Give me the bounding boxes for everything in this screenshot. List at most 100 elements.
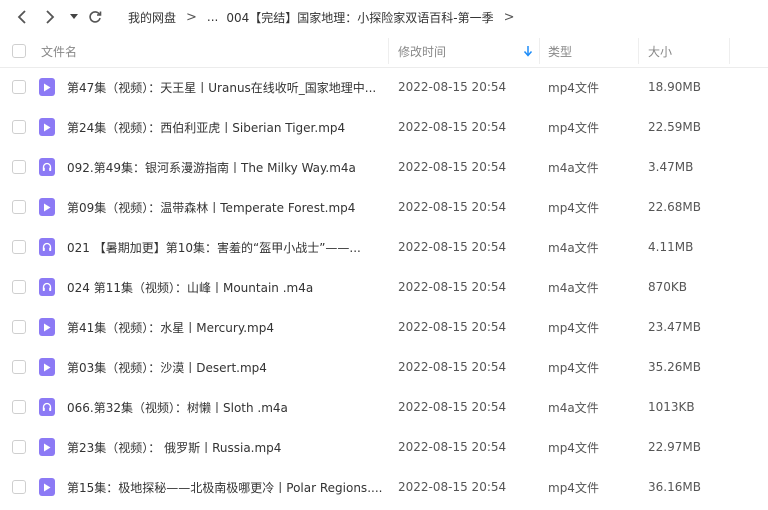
file-size: 35.26MB	[648, 360, 701, 374]
file-modified-time: 2022-08-15 20:54	[398, 440, 507, 454]
file-size: 22.59MB	[648, 120, 701, 134]
file-type: mp4文件	[548, 120, 599, 135]
video-file-icon	[39, 438, 55, 456]
chevron-left-icon	[17, 10, 26, 24]
row-checkbox[interactable]	[12, 440, 26, 454]
row-checkbox[interactable]	[12, 160, 26, 174]
breadcrumb-separator-icon: >	[186, 9, 197, 25]
file-name[interactable]: 第47集（视频）：天王星丨Uranus在线收听_国家地理中...	[67, 67, 383, 107]
file-modified-time: 2022-08-15 20:54	[398, 80, 507, 94]
file-name[interactable]: 第03集（视频）：沙漠丨Desert.mp4	[67, 347, 383, 387]
history-dropdown-button[interactable]	[64, 7, 84, 27]
file-size: 36.16MB	[648, 480, 701, 494]
file-size: 870KB	[648, 280, 688, 294]
file-type: mp4文件	[548, 360, 599, 375]
file-name[interactable]: 第41集（视频）：水星丨Mercury.mp4	[67, 307, 383, 347]
column-header-modified[interactable]: 修改时间	[398, 34, 446, 68]
file-name[interactable]: 第24集（视频）：西伯利亚虎丨Siberian Tiger.mp4	[67, 107, 383, 147]
file-modified-time: 2022-08-15 20:54	[398, 320, 507, 334]
breadcrumb-separator-icon: >	[503, 9, 515, 25]
file-name[interactable]: 066.第32集（视频）：树懒丨Sloth .m4a	[67, 387, 383, 427]
refresh-icon	[89, 11, 102, 23]
file-name[interactable]: 092.第49集：银河系漫游指南丨The Milky Way.m4a	[67, 147, 383, 187]
caret-down-icon	[70, 14, 78, 19]
file-modified-time: 2022-08-15 20:54	[398, 120, 507, 134]
column-divider[interactable]	[638, 38, 639, 64]
breadcrumb-ellipsis[interactable]: ...	[207, 10, 218, 24]
file-name[interactable]: 第23集（视频）： 俄罗斯丨Russia.mp4	[67, 427, 383, 467]
file-type: m4a文件	[548, 400, 599, 415]
file-size: 18.90MB	[648, 80, 701, 94]
column-header-size[interactable]: 大小	[648, 34, 672, 68]
breadcrumb-root[interactable]: 我的网盘	[128, 9, 176, 26]
file-modified-time: 2022-08-15 20:54	[398, 360, 507, 374]
refresh-button[interactable]	[85, 7, 105, 27]
row-checkbox[interactable]	[12, 120, 26, 134]
column-divider[interactable]	[388, 38, 389, 64]
column-divider[interactable]	[729, 38, 730, 64]
row-checkbox[interactable]	[12, 480, 26, 494]
row-checkbox[interactable]	[12, 360, 26, 374]
audio-file-icon	[39, 238, 55, 256]
row-checkbox[interactable]	[12, 400, 26, 414]
breadcrumb-current-folder[interactable]: 004【完结】国家地理：小探险家双语百科-第一季	[226, 9, 493, 26]
row-checkbox[interactable]	[12, 200, 26, 214]
file-list-header: 文件名 修改时间 类型 大小	[0, 34, 768, 68]
table-row[interactable]: 066.第32集（视频）：树懒丨Sloth .m4a 2022-08-15 20…	[0, 387, 768, 427]
file-size: 3.47MB	[648, 160, 694, 174]
file-type: mp4文件	[548, 480, 599, 495]
file-size: 4.11MB	[648, 240, 694, 254]
table-row[interactable]: 092.第49集：银河系漫游指南丨The Milky Way.m4a 2022-…	[0, 147, 768, 187]
file-type: m4a文件	[548, 280, 599, 295]
table-row[interactable]: 第47集（视频）：天王星丨Uranus在线收听_国家地理中... 2022-08…	[0, 67, 768, 107]
file-size: 23.47MB	[648, 320, 701, 334]
file-name[interactable]: 第15集：极地探秘——北极南极哪更冷丨Polar Regions....	[67, 467, 383, 507]
row-checkbox[interactable]	[12, 280, 26, 294]
file-type: mp4文件	[548, 320, 599, 335]
select-all-checkbox[interactable]	[12, 44, 26, 58]
file-size: 22.68MB	[648, 200, 701, 214]
forward-button[interactable]	[40, 7, 60, 27]
column-divider[interactable]	[539, 38, 540, 64]
file-modified-time: 2022-08-15 20:54	[398, 240, 507, 254]
file-type: mp4文件	[548, 80, 599, 95]
chevron-right-icon	[46, 10, 55, 24]
file-size: 22.97MB	[648, 440, 701, 454]
file-name[interactable]: 021 【暑期加更】第10集：害羞的“盔甲小战士”——...	[67, 227, 383, 267]
video-file-icon	[39, 478, 55, 496]
audio-file-icon	[39, 158, 55, 176]
table-row[interactable]: 021 【暑期加更】第10集：害羞的“盔甲小战士”——... 2022-08-1…	[0, 227, 768, 267]
row-checkbox[interactable]	[12, 80, 26, 94]
video-file-icon	[39, 118, 55, 136]
file-modified-time: 2022-08-15 20:54	[398, 160, 507, 174]
table-row[interactable]: 第23集（视频）： 俄罗斯丨Russia.mp4 2022-08-15 20:5…	[0, 427, 768, 467]
file-type: mp4文件	[548, 200, 599, 215]
video-file-icon	[39, 318, 55, 336]
file-modified-time: 2022-08-15 20:54	[398, 400, 507, 414]
file-modified-time: 2022-08-15 20:54	[398, 200, 507, 214]
column-header-type[interactable]: 类型	[548, 34, 572, 68]
table-row[interactable]: 第41集（视频）：水星丨Mercury.mp4 2022-08-15 20:54…	[0, 307, 768, 347]
table-row[interactable]: 第03集（视频）：沙漠丨Desert.mp4 2022-08-15 20:54 …	[0, 347, 768, 387]
row-checkbox[interactable]	[12, 240, 26, 254]
table-row[interactable]: 第09集（视频）：温带森林丨Temperate Forest.mp4 2022-…	[0, 187, 768, 227]
file-type: m4a文件	[548, 240, 599, 255]
navigation-bar: 我的网盘 > ... 004【完结】国家地理：小探险家双语百科-第一季 >	[0, 0, 768, 34]
table-row[interactable]: 024 第11集（视频）：山峰丨Mountain .m4a 2022-08-15…	[0, 267, 768, 307]
table-row[interactable]: 第15集：极地探秘——北极南极哪更冷丨Polar Regions.... 202…	[0, 467, 768, 507]
file-type: m4a文件	[548, 160, 599, 175]
video-file-icon	[39, 78, 55, 96]
row-checkbox[interactable]	[12, 320, 26, 334]
video-file-icon	[39, 358, 55, 376]
video-file-icon	[39, 198, 55, 216]
back-button[interactable]	[12, 7, 32, 27]
file-name[interactable]: 第09集（视频）：温带森林丨Temperate Forest.mp4	[67, 187, 383, 227]
audio-file-icon	[39, 398, 55, 416]
file-name[interactable]: 024 第11集（视频）：山峰丨Mountain .m4a	[67, 267, 383, 307]
audio-file-icon	[39, 278, 55, 296]
column-header-name[interactable]: 文件名	[41, 34, 77, 68]
sort-descending-icon[interactable]	[523, 34, 533, 68]
table-row[interactable]: 第24集（视频）：西伯利亚虎丨Siberian Tiger.mp4 2022-0…	[0, 107, 768, 147]
file-modified-time: 2022-08-15 20:54	[398, 280, 507, 294]
file-type: mp4文件	[548, 440, 599, 455]
